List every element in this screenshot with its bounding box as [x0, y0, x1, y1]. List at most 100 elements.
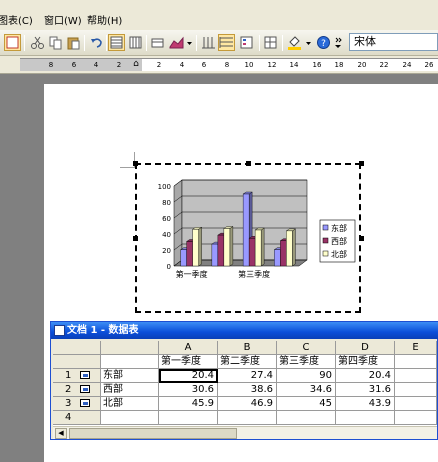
row-header[interactable]: 3	[53, 397, 101, 411]
series-label-cell[interactable]: 北部	[101, 397, 159, 411]
column-header[interactable]: A	[159, 341, 218, 355]
data-cell[interactable]	[277, 411, 336, 425]
data-cell[interactable]	[395, 355, 437, 369]
column-header[interactable]: B	[218, 341, 277, 355]
column-header[interactable]: D	[336, 341, 395, 355]
toolbar-separator	[24, 35, 25, 51]
ruler-label: 6	[201, 61, 207, 69]
data-cell[interactable]	[101, 355, 159, 369]
series-label-cell[interactable]: 东部	[101, 369, 159, 383]
svg-text:?: ?	[321, 39, 326, 49]
resize-handle[interactable]	[133, 236, 138, 241]
data-cell[interactable]	[395, 369, 437, 383]
data-cell[interactable]: 38.6	[218, 383, 277, 397]
x-tick-label: 第一季度	[176, 269, 208, 279]
ruler-label: 18	[334, 61, 344, 69]
copy-icon[interactable]	[47, 34, 64, 51]
row-label-column-header[interactable]	[101, 341, 159, 355]
category-axis-gridlines-icon[interactable]	[200, 34, 217, 51]
chart-area-icon[interactable]	[4, 34, 21, 51]
fill-color-icon[interactable]	[286, 34, 303, 51]
data-cell[interactable]: 31.6	[336, 383, 395, 397]
resize-handle[interactable]	[133, 161, 138, 166]
ruler-label: 8	[48, 61, 54, 69]
toolbar: ? 宋体	[0, 30, 438, 56]
by-column-icon[interactable]	[127, 34, 144, 51]
horizontal-scrollbar[interactable]: ◀	[53, 426, 437, 439]
row-number: 1	[65, 370, 72, 381]
resize-handle[interactable]	[359, 236, 364, 241]
horizontal-ruler[interactable]: 8 6 4 2 ⌂ 2 4 6 8 10 12 14 16 18 20 22 2…	[20, 58, 438, 71]
category-cell[interactable]: 第二季度	[218, 355, 277, 369]
data-cell[interactable]	[395, 411, 437, 425]
menu-window[interactable]: 窗口(W)	[44, 16, 82, 28]
row-header[interactable]	[53, 355, 101, 369]
data-cell[interactable]: 45	[277, 397, 336, 411]
grid-lines-icon[interactable]	[262, 34, 279, 51]
scrollbar-thumb[interactable]	[69, 428, 237, 439]
data-cell[interactable]: 27.4	[218, 369, 277, 383]
bar	[192, 229, 199, 267]
row-header[interactable]: 1	[53, 369, 101, 383]
category-cell[interactable]: 第一季度	[159, 355, 218, 369]
data-cell[interactable]: 45.9	[159, 397, 218, 411]
ruler-indent-marker[interactable]: ⌂	[130, 58, 142, 70]
legend-swatch	[322, 250, 329, 257]
datasheet-title-bar[interactable]: 文档 1 - 数据表	[51, 322, 438, 339]
row-header[interactable]: 2	[53, 383, 101, 397]
bar	[217, 234, 225, 267]
help-icon[interactable]: ?	[315, 34, 332, 51]
column-header[interactable]: C	[277, 341, 336, 355]
chart-object[interactable]: 0 20 40 60 80 100 第一季度 第三季度 东部 西部 北部	[135, 163, 361, 313]
data-cell[interactable]: 90	[277, 369, 336, 383]
value-axis-gridlines-icon[interactable]	[218, 34, 235, 51]
y-tick-label: 80	[162, 199, 171, 207]
bar	[280, 240, 287, 267]
ruler-label: 2	[156, 61, 162, 69]
datasheet-window[interactable]: 文档 1 - 数据表 A B C D E 第一季度 第二季度 第三季度 第四季度…	[50, 321, 438, 440]
data-cell[interactable]	[395, 383, 437, 397]
column-header[interactable]: E	[395, 341, 437, 355]
data-cell[interactable]: 46.9	[218, 397, 277, 411]
ruler-label: 4	[179, 61, 185, 69]
category-cell[interactable]: 第四季度	[336, 355, 395, 369]
bar-side	[260, 227, 265, 267]
data-cell[interactable]: 20.4	[336, 369, 395, 383]
data-cell[interactable]	[218, 411, 277, 425]
data-cell[interactable]	[101, 411, 159, 425]
toolbar-separator	[196, 35, 197, 51]
legend-label: 西部	[331, 236, 347, 246]
data-cell[interactable]: 34.6	[277, 383, 336, 397]
data-cell[interactable]: 30.6	[159, 383, 218, 397]
data-cell[interactable]: 43.9	[336, 397, 395, 411]
bar	[180, 249, 187, 267]
legend-icon[interactable]	[238, 34, 255, 51]
data-table-icon[interactable]	[149, 34, 166, 51]
chart-type-icon[interactable]	[168, 34, 185, 51]
series-label-cell[interactable]: 西部	[101, 383, 159, 397]
data-cell[interactable]	[336, 411, 395, 425]
bar-series-icon	[80, 385, 90, 393]
data-cell[interactable]	[395, 397, 437, 411]
menu-help[interactable]: 帮助(H)	[87, 16, 122, 28]
undo-icon[interactable]	[88, 34, 105, 51]
data-cell[interactable]	[159, 411, 218, 425]
select-all-corner[interactable]	[53, 341, 101, 355]
paste-icon[interactable]	[65, 34, 82, 51]
menu-chart[interactable]: 图表(C)	[0, 16, 33, 28]
resize-handle[interactable]	[246, 161, 251, 166]
toolbar-options-icon[interactable]	[333, 34, 343, 51]
y-tick-label: 100	[158, 183, 171, 191]
row-header[interactable]: 4	[53, 411, 101, 425]
cut-icon[interactable]	[29, 34, 46, 51]
font-name-box[interactable]: 宋体	[349, 33, 438, 51]
bar-side	[198, 226, 202, 267]
y-tick-label: 20	[162, 247, 171, 255]
data-cell[interactable]: 20.4	[159, 369, 218, 383]
scroll-left-icon[interactable]: ◀	[55, 428, 67, 439]
by-row-icon[interactable]	[108, 34, 125, 51]
resize-handle[interactable]	[359, 161, 364, 166]
category-cell[interactable]: 第三季度	[277, 355, 336, 369]
chevron-down-icon[interactable]	[304, 34, 312, 51]
chevron-down-icon[interactable]	[185, 34, 193, 51]
